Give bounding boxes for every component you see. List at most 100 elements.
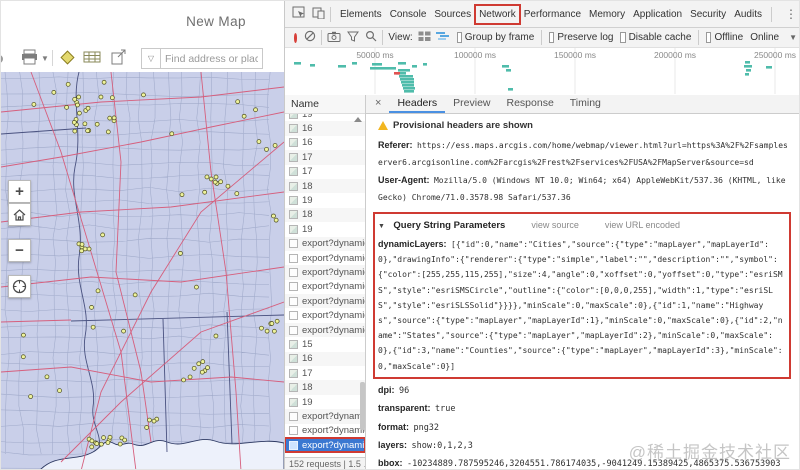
devtools-tab-performance[interactable]: Performance <box>520 5 585 24</box>
filter-icon[interactable] <box>347 31 360 45</box>
request-name: 19 <box>302 195 313 207</box>
devtools-tab-security[interactable]: Security <box>686 5 730 24</box>
request-name: 16 <box>302 353 313 365</box>
zoom-in-button[interactable]: + <box>8 180 31 203</box>
devtools-tab-memory[interactable]: Memory <box>585 5 629 24</box>
network-toolbar: View: Group by frame Preserve log Disabl… <box>285 28 799 48</box>
request-row[interactable]: 19 <box>285 193 365 207</box>
request-row[interactable]: 16 <box>285 136 365 150</box>
request-name: export?dynamic <box>302 252 365 264</box>
device-toolbar-icon[interactable] <box>312 6 325 22</box>
details-tabbar: × Headers Preview Response Timing <box>366 95 799 114</box>
request-list-header[interactable]: Name <box>285 95 365 114</box>
details-close-icon[interactable]: × <box>366 95 389 113</box>
request-row[interactable]: export?dynamic <box>285 436 365 454</box>
devtools-tab-network[interactable]: Network <box>474 3 521 25</box>
request-type-icon <box>289 181 298 191</box>
request-name: export?dynamic <box>302 266 365 278</box>
preserve-log-checkbox[interactable] <box>549 32 555 43</box>
details-tab-timing[interactable]: Timing <box>562 95 609 113</box>
throttling-select[interactable]: Online <box>750 32 779 43</box>
request-name: 17 <box>302 151 313 163</box>
map-zoom-controls: + − <box>8 180 33 298</box>
devtools-tab-audits[interactable]: Audits <box>730 5 766 24</box>
devtools-menu-icon[interactable]: ⋮ <box>785 7 797 21</box>
request-row[interactable]: 16 <box>285 351 365 367</box>
share-icon[interactable] <box>111 49 127 70</box>
devtools-tab-application[interactable]: Application <box>629 5 686 24</box>
request-row[interactable]: 18 <box>285 178 365 194</box>
devtools-tab-console[interactable]: Console <box>386 5 431 24</box>
zoom-out-button[interactable]: − <box>8 239 31 262</box>
search-network-icon[interactable] <box>365 30 377 45</box>
search-dropdown-caret[interactable]: ▽ <box>141 48 160 69</box>
request-row[interactable]: 15 <box>285 337 365 351</box>
request-row[interactable]: export?dynamic <box>285 265 365 280</box>
map-image <box>1 72 284 469</box>
request-type-icon <box>289 325 298 335</box>
screenshot-icon[interactable] <box>327 31 341 45</box>
request-row[interactable]: 19 <box>285 114 365 121</box>
request-row[interactable]: export?dynamic <box>285 308 365 322</box>
param-list: dpi: 96 transparent: true format: png32 lay… <box>378 381 791 469</box>
devtools-tab-sources[interactable]: Sources <box>430 5 475 24</box>
request-row[interactable]: 18 <box>285 380 365 395</box>
view-source-link[interactable]: view source <box>531 216 579 235</box>
svg-text:50000 ms: 50000 ms <box>356 50 393 60</box>
request-row[interactable]: export?dynamic <box>285 322 365 338</box>
request-row[interactable]: 16 <box>285 121 365 136</box>
directions-icon[interactable] <box>59 49 76 71</box>
print-icon[interactable] <box>21 49 38 70</box>
details-tab-preview[interactable]: Preview <box>445 95 498 113</box>
request-name: 19 <box>302 396 313 408</box>
scroll-up-arrow-icon[interactable] <box>354 117 362 122</box>
compass-button[interactable] <box>8 275 31 298</box>
request-row[interactable]: 17 <box>285 150 365 165</box>
request-name: 17 <box>302 367 313 379</box>
request-row[interactable]: export?dynamic <box>285 409 365 424</box>
offline-checkbox[interactable] <box>706 32 712 43</box>
home-button[interactable] <box>8 203 31 226</box>
map-viewer-pane: New Map ▼ ▽ + <box>1 1 284 469</box>
print-caret-icon[interactable]: ▼ <box>41 54 49 63</box>
map-canvas[interactable]: + − <box>1 72 284 469</box>
request-name: 19 <box>302 114 313 120</box>
request-row[interactable]: export?dynamic <box>285 424 365 438</box>
referer-header: Referer: https://ess.maps.arcgis.com/hom… <box>378 140 788 167</box>
request-row[interactable]: export?dynamic <box>285 251 365 265</box>
request-list-scrollbar[interactable] <box>360 382 365 430</box>
request-type-icon <box>289 210 298 220</box>
request-row[interactable]: export?dynamic <box>285 236 365 251</box>
details-tab-response[interactable]: Response <box>499 95 562 113</box>
svg-text:200000 ms: 200000 ms <box>654 50 696 60</box>
query-string-title[interactable]: Query String Parameters <box>393 220 505 231</box>
tabbar-separator <box>330 6 331 22</box>
inspect-element-icon[interactable] <box>292 6 306 22</box>
waterfall-view-icon[interactable] <box>435 31 450 44</box>
network-overview-timeline[interactable]: 50000 ms 100000 ms 150000 ms 200000 ms 25000… <box>285 48 799 96</box>
disable-cache-label: Disable cache <box>628 32 692 43</box>
request-row[interactable]: 17 <box>285 366 365 380</box>
request-row[interactable]: 18 <box>285 207 365 223</box>
large-rows-view-icon[interactable] <box>418 31 431 45</box>
request-row[interactable]: 19 <box>285 395 365 409</box>
request-type-icon <box>289 196 298 206</box>
view-label: View: <box>388 32 413 43</box>
record-button[interactable] <box>294 32 298 43</box>
throttling-caret-icon[interactable]: ▼ <box>789 33 797 42</box>
request-row[interactable]: export?dynamic <box>285 294 365 309</box>
clear-icon[interactable] <box>304 30 316 45</box>
request-row[interactable]: 17 <box>285 165 365 179</box>
group-by-frame-checkbox[interactable] <box>456 32 462 43</box>
search-combo: ▽ <box>141 48 263 69</box>
search-input[interactable] <box>160 48 263 69</box>
devtools-tab-elements[interactable]: Elements <box>336 5 386 24</box>
view-url-encoded-link[interactable]: view URL encoded <box>605 216 680 235</box>
param-row: format: png32 <box>378 421 440 433</box>
request-row[interactable]: 19 <box>285 222 365 236</box>
request-row[interactable]: export?dynamic <box>285 280 365 294</box>
measure-icon[interactable] <box>83 49 101 70</box>
disable-cache-checkbox[interactable] <box>620 32 626 43</box>
collapse-triangle-icon[interactable]: ▼ <box>378 223 385 230</box>
details-tab-headers[interactable]: Headers <box>389 95 446 113</box>
